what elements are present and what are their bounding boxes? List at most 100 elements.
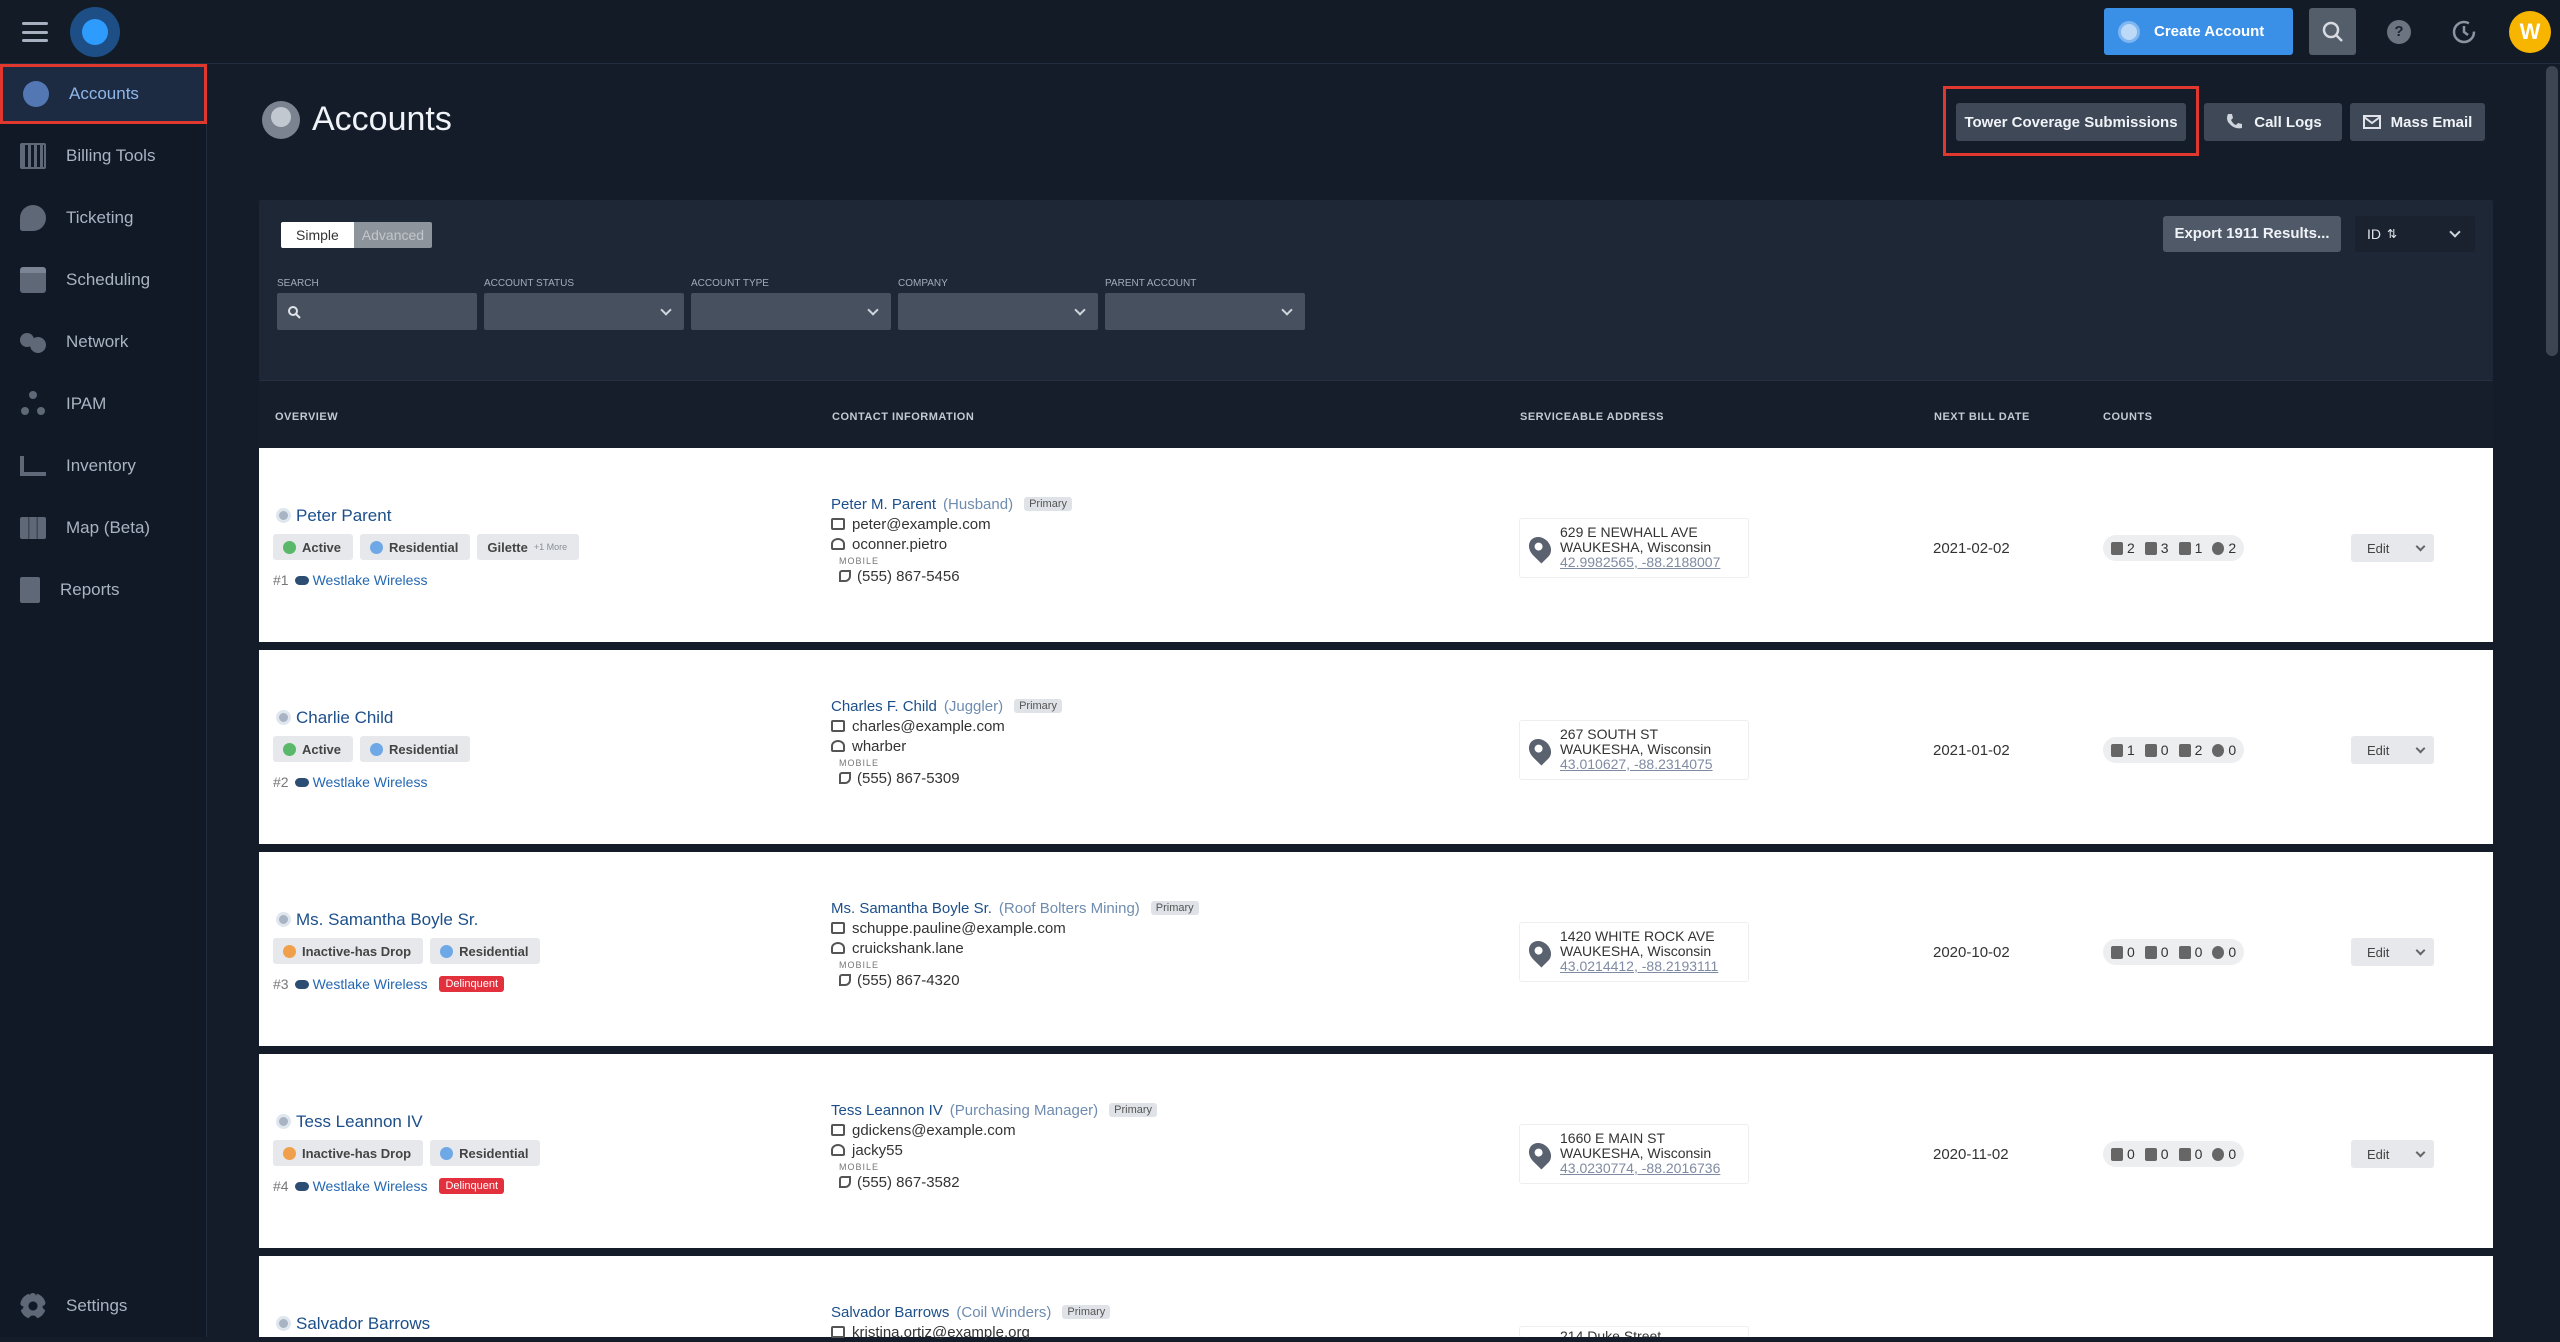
contact-email[interactable]: charles@example.com [852,718,1005,735]
account-tags: Inactive-has Drop Residential [273,1140,541,1166]
contact-email[interactable]: gdickens@example.com [852,1122,1016,1139]
sidebar-item-accounts[interactable]: Accounts [0,64,207,124]
search-input[interactable] [277,293,477,330]
table-row[interactable]: Ms. Samantha Boyle Sr. Inactive-has Drop… [259,852,2493,1046]
account-tags: Inactive-has Drop Residential [273,938,541,964]
edit-button[interactable]: Edit [2351,534,2434,562]
company-link[interactable]: Westlake Wireless [294,976,427,992]
table-row[interactable]: Salvador Barrows Salvador Barrows (Coil W… [259,1256,2493,1341]
contact-name-link[interactable]: Tess Leannon IV [831,1102,943,1119]
account-name-link[interactable]: Salvador Barrows [296,1314,430,1334]
account-name-link[interactable]: Ms. Samantha Boyle Sr. [296,910,478,930]
contact-name-link[interactable]: Peter M. Parent [831,496,936,513]
address-card[interactable]: 629 E NEWHALL AVE WAUKESHA, Wisconsin 42… [1519,518,1749,578]
sidebar-item-ipam[interactable]: IPAM [0,374,207,434]
account-type-label: ACCOUNT TYPE [691,278,769,289]
mode-simple[interactable]: Simple [281,222,354,248]
address-card[interactable]: 267 SOUTH ST WAUKESHA, Wisconsin 43.0106… [1519,720,1749,780]
sidebar-item-billing-tools[interactable]: Billing Tools [0,126,207,186]
contact-phone[interactable]: (555) 867-5456 [857,568,960,585]
account-id: #2 [273,774,289,790]
account-type-select[interactable] [691,293,891,330]
sidebar-item-ticketing[interactable]: Ticketing [0,188,207,248]
column-header[interactable]: NEXT BILL DATE [1934,411,2030,423]
search-button[interactable] [2309,8,2356,55]
map-icon [20,517,46,539]
address-coordinates-link[interactable]: 43.0230774, -88.2016736 [1560,1161,1748,1176]
contact-name-link[interactable]: Charles F. Child [831,698,937,715]
company-link[interactable]: Westlake Wireless [294,1178,427,1194]
table-row[interactable]: Charlie Child Active Residential #2 West… [259,650,2493,844]
phone-icon [839,974,851,986]
menu-icon[interactable] [22,22,48,42]
type-badge: Residential [360,736,471,762]
edit-button[interactable]: Edit [2351,736,2434,764]
map-pin-icon [1524,1138,1556,1170]
sidebar-item-label: Scheduling [66,270,151,289]
history-icon[interactable] [2450,18,2478,46]
extra-tag-badge[interactable]: Gilette +1 More [477,534,580,560]
contact-phone[interactable]: (555) 867-4320 [857,972,960,989]
company-link[interactable]: Westlake Wireless [294,774,427,790]
account-name-link[interactable]: Peter Parent [296,506,391,526]
user-avatar[interactable]: W [2509,11,2551,53]
sidebar-item-network[interactable]: Network [0,312,207,372]
count-item: 1 [2111,742,2135,758]
address-coordinates-link[interactable]: 43.010627, -88.2314075 [1560,757,1748,772]
sidebar-item-map[interactable]: Map (Beta) [0,498,207,558]
column-header[interactable]: SERVICEABLE ADDRESS [1520,411,1664,423]
column-header[interactable]: CONTACT INFORMATION [832,411,974,423]
address-coordinates-link[interactable]: 43.0214412, -88.2193111 [1560,959,1748,974]
address-line1: 214 Duke Street [1560,1328,1662,1338]
account-name-link[interactable]: Tess Leannon IV [296,1112,423,1132]
contact-email[interactable]: peter@example.com [852,516,991,533]
company-select[interactable] [898,293,1098,330]
contact-phone[interactable]: (555) 867-3582 [857,1174,960,1191]
count-item: 2 [2178,742,2202,758]
company-filter: COMPANY [898,278,1098,330]
export-results-button[interactable]: Export 1911 Results... [2163,216,2341,252]
table-row[interactable]: Tess Leannon IV Inactive-has Drop Reside… [259,1054,2493,1248]
account-name-link[interactable]: Charlie Child [296,708,393,728]
table-row[interactable]: Peter Parent Active Residential Gilette +… [259,448,2493,642]
column-header[interactable]: OVERVIEW [275,411,338,423]
chevron-down-icon [2449,226,2461,238]
contact-name-link[interactable]: Salvador Barrows [831,1304,949,1321]
contact-name-link[interactable]: Ms. Samantha Boyle Sr. [831,900,992,917]
chevron-down-icon [2415,945,2426,955]
address-card[interactable]: 1660 E MAIN ST WAUKESHA, Wisconsin 43.02… [1519,1124,1749,1184]
contact-role: (Purchasing Manager) [949,1101,1099,1119]
address-card[interactable]: 214 Duke Street [1519,1326,1749,1337]
sidebar-item-settings[interactable]: Settings [0,1276,207,1336]
mass-email-button[interactable]: Mass Email [2350,103,2485,141]
map-pin-icon [1524,532,1556,564]
contact-phone[interactable]: (555) 867-5309 [857,770,960,787]
contact-email[interactable]: kristina.ortiz@example.org [852,1324,1030,1341]
account-status-select[interactable] [484,293,684,330]
create-account-button[interactable]: Create Account [2104,8,2293,55]
contact-email[interactable]: schuppe.pauline@example.com [852,920,1066,937]
address-line1: 1420 WHITE ROCK AVE [1560,928,1715,944]
company-link[interactable]: Westlake Wireless [294,572,427,588]
tower-coverage-submissions-button[interactable]: Tower Coverage Submissions [1956,103,2186,141]
app-logo[interactable] [70,7,120,57]
sidebar-item-inventory[interactable]: Inventory [0,436,207,496]
edit-button[interactable]: Edit [2351,938,2434,966]
mode-advanced[interactable]: Advanced [353,222,433,248]
address-coordinates-link[interactable]: 42.9982565, -88.2188007 [1560,555,1748,570]
account-id-line: #3 Westlake Wireless Delinquent [273,976,505,992]
parent-account-select[interactable] [1105,293,1305,330]
help-icon[interactable]: ? [2387,20,2411,44]
edit-button[interactable]: Edit [2351,1140,2434,1168]
sidebar-item-label: Billing Tools [66,146,156,165]
scrollbar[interactable] [2546,66,2558,356]
call-logs-button[interactable]: Call Logs [2204,103,2342,141]
chevron-down-icon [660,304,672,316]
sidebar-item-scheduling[interactable]: Scheduling [0,250,207,310]
address-card[interactable]: 1420 WHITE ROCK AVE WAUKESHA, Wisconsin … [1519,922,1749,982]
sidebar-item-reports[interactable]: Reports [0,560,207,620]
counts-group: 2 3 1 2 [2103,535,2245,561]
mail-icon [2362,115,2381,129]
sort-select[interactable]: ID ⇅ [2355,216,2475,252]
column-header[interactable]: COUNTS [2103,411,2152,423]
